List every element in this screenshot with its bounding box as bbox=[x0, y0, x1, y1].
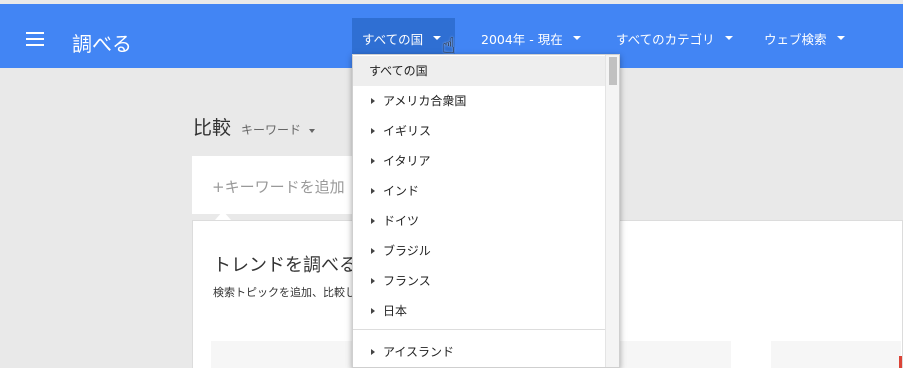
country-option[interactable]: ドイツ bbox=[353, 206, 605, 236]
scrollbar-thumb[interactable] bbox=[609, 57, 617, 85]
expand-arrow-icon[interactable] bbox=[371, 157, 375, 164]
expand-arrow-icon[interactable] bbox=[371, 247, 375, 254]
country-option-label: すべての国 bbox=[369, 64, 428, 78]
accent-mark bbox=[899, 356, 902, 368]
country-option-label: ドイツ bbox=[383, 214, 420, 228]
country-option[interactable]: フランス bbox=[353, 266, 605, 296]
search-type-filter-label: ウェブ検索 bbox=[764, 31, 827, 47]
country-filter-button[interactable]: すべての国 bbox=[352, 18, 456, 58]
expand-arrow-icon[interactable] bbox=[371, 307, 375, 314]
compare-label: 比較 bbox=[193, 117, 232, 139]
country-option-label: インド bbox=[383, 184, 420, 198]
country-option-all[interactable]: すべての国 bbox=[353, 56, 605, 86]
time-range-filter-label: 2004年 - 現在 bbox=[481, 31, 563, 47]
search-type-filter-button[interactable]: ウェブ検索 bbox=[764, 18, 845, 58]
chevron-down-icon bbox=[433, 36, 442, 40]
country-option[interactable]: イタリア bbox=[353, 146, 605, 176]
add-keyword-input[interactable]: +キーワードを追加 bbox=[212, 176, 345, 197]
country-option-label: ブラジル bbox=[383, 244, 431, 258]
chevron-down-icon bbox=[572, 36, 581, 40]
chevron-down-icon bbox=[308, 128, 315, 133]
expand-arrow-icon[interactable] bbox=[371, 217, 375, 224]
expand-arrow-icon[interactable] bbox=[371, 348, 375, 355]
country-option-label: 日本 bbox=[383, 304, 408, 318]
app-title: 調べる bbox=[72, 32, 132, 56]
chevron-down-icon bbox=[836, 36, 845, 40]
trend-card-title: トレンドを調べる bbox=[213, 255, 357, 276]
country-option-label: アイスランド bbox=[383, 345, 455, 359]
country-option[interactable]: アメリカ合衆国 bbox=[353, 86, 605, 116]
expand-arrow-icon[interactable] bbox=[371, 277, 375, 284]
compare-heading: 比較 キーワード bbox=[193, 113, 315, 140]
dropdown-scrollbar[interactable] bbox=[605, 55, 619, 367]
country-option[interactable]: イギリス bbox=[353, 116, 605, 146]
expand-arrow-icon[interactable] bbox=[371, 127, 375, 134]
dropdown-divider bbox=[353, 329, 605, 330]
category-filter-button[interactable]: すべてのカテゴリ bbox=[616, 18, 733, 58]
keyword-input-box[interactable]: +キーワードを追加 bbox=[192, 156, 353, 214]
keyword-box-pointer bbox=[215, 211, 231, 220]
country-option-label: イギリス bbox=[383, 124, 432, 138]
country-filter-label: すべての国 bbox=[362, 31, 424, 47]
country-option[interactable]: インド bbox=[353, 176, 605, 206]
trend-card-description: 検索トピックを追加、比較し bbox=[213, 286, 356, 299]
hamburger-menu-icon[interactable] bbox=[26, 32, 44, 46]
country-option-label: アメリカ合衆国 bbox=[383, 94, 467, 108]
expand-arrow-icon[interactable] bbox=[371, 187, 375, 194]
country-option-label: フランス bbox=[383, 274, 431, 288]
country-option[interactable]: ブラジル bbox=[353, 236, 605, 266]
category-filter-label: すべてのカテゴリ bbox=[616, 31, 715, 47]
country-option[interactable]: 日本 bbox=[353, 296, 605, 326]
country-dropdown-menu: すべての国 アメリカ合衆国 イギリス イタリア インド ドイツ ブラジル フラン… bbox=[352, 54, 620, 368]
time-range-filter-button[interactable]: 2004年 - 現在 bbox=[481, 18, 581, 58]
example-panel bbox=[771, 341, 901, 368]
keyword-type-dropdown[interactable]: キーワード bbox=[241, 121, 315, 138]
country-option[interactable]: アイスランド bbox=[353, 337, 605, 367]
keyword-type-label: キーワード bbox=[241, 123, 302, 137]
country-option-label: イタリア bbox=[383, 154, 431, 168]
expand-arrow-icon[interactable] bbox=[371, 97, 375, 104]
chevron-down-icon bbox=[724, 36, 733, 40]
